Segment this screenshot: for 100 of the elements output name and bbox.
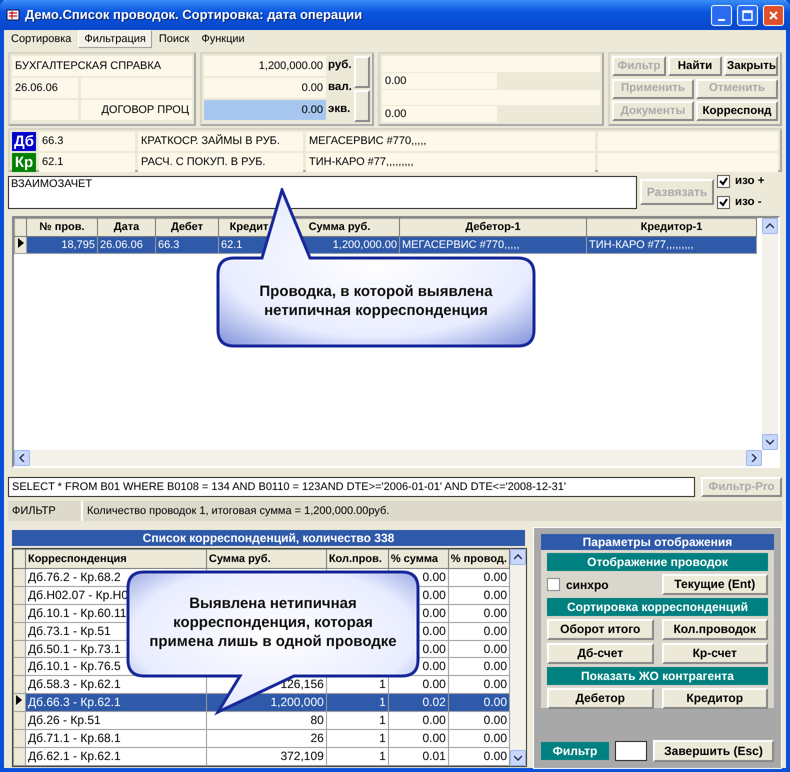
vertical-scrollbar[interactable] (762, 218, 778, 450)
menu-item[interactable]: Сортировка (6, 31, 76, 47)
table-cell: Дб.58.3 - Кр.62.1 (25, 676, 206, 694)
empty-field[interactable] (598, 153, 778, 172)
toolbar-button[interactable]: Найти (668, 56, 722, 76)
checkbox[interactable] (717, 196, 730, 209)
checkbox[interactable] (717, 175, 730, 188)
basis-field[interactable]: ДОГОВОР ПРОЦ (81, 100, 192, 120)
account-field[interactable]: 62.1 (39, 153, 135, 172)
table-cell: ТИН-КАРО #77,,,,,,,,, (586, 236, 756, 254)
panel-button[interactable]: Дб-счет (547, 643, 654, 664)
table-cell: 66.3 (156, 236, 218, 254)
close-button[interactable] (763, 4, 784, 26)
column-header[interactable]: Дебет (156, 218, 218, 236)
amount-field[interactable]: 0.00 (204, 78, 326, 98)
currency-label: вал. (327, 80, 352, 96)
filter-field[interactable] (615, 741, 647, 761)
scroll-up-icon (514, 554, 522, 560)
table-cell: 0.00 (448, 730, 510, 748)
panel-button[interactable]: Текущие (Ent) (662, 574, 768, 595)
vertical-scrollbar[interactable] (510, 549, 526, 766)
value-field[interactable]: 0.00 (382, 106, 497, 122)
counterparty-field[interactable]: ТИН-КАРО #77,,,,,,,,, (306, 153, 595, 172)
app-icon (6, 8, 20, 22)
minimize-icon (718, 18, 725, 20)
column-header[interactable]: Кредитор-1 (586, 218, 756, 236)
maximize-button[interactable] (737, 4, 758, 26)
table-cell: 1 (326, 712, 388, 730)
currency-label: руб. (327, 58, 352, 74)
table-cell: Дб.62.1 - Кр.62.1 (25, 748, 206, 766)
column-header[interactable]: № пров. (26, 218, 98, 236)
table-cell: Дб.71.1 - Кр.68.1 (25, 730, 206, 748)
table-cell: 26.06.06 (98, 236, 156, 254)
date-field[interactable]: 26.06.06 (12, 78, 78, 98)
close-icon (768, 10, 779, 20)
menu-item[interactable]: Фильтрация (78, 30, 152, 48)
counterparty-field[interactable]: МЕГАСЕРВИС #770,,,,, (306, 132, 595, 151)
checkbox[interactable] (547, 578, 560, 591)
amount-field[interactable]: 0.00 (204, 100, 326, 120)
panel-button[interactable]: Дебетор (547, 688, 654, 709)
spin-down-button[interactable] (354, 90, 370, 122)
table-cell: 0.00 (448, 622, 510, 640)
column-header[interactable]: Дата (98, 218, 156, 236)
column-header[interactable]: % провод. (448, 550, 510, 568)
status-summary: Количество проводок 1, итоговая сумма = 1,200,000.00руб. (81, 501, 782, 521)
status-mode: ФИЛЬТР (11, 504, 57, 519)
column-header[interactable]: Кол.пров. (326, 550, 388, 568)
spin-up-button[interactable] (354, 56, 370, 88)
sql-query-field[interactable]: SELECT * FROM B01 WHERE B0108 = 134 AND B0110 = 123AND DTE>='2006-01-01' AND DTE<='2008-12-31' (8, 477, 695, 497)
account-field[interactable]: 66.3 (39, 132, 135, 151)
currency-label: экв. (327, 102, 352, 118)
table-cell: 1 (326, 694, 388, 712)
panel-button[interactable]: Кр-счет (662, 643, 768, 664)
toolbar-button[interactable]: Корреспонд (696, 101, 778, 122)
list-title: Список корреспонденций, количество 338 (12, 530, 525, 546)
checkbox-label: синхро (566, 576, 609, 594)
table-cell: 0.02 (388, 694, 448, 712)
menu-item[interactable]: Функции (196, 31, 250, 47)
scroll-right-icon (751, 454, 757, 462)
panel-button[interactable]: Кол.проводок (662, 619, 768, 640)
table-cell: 0.00 (388, 730, 448, 748)
account-name-field[interactable]: РАСЧ. С ПОКУП. В РУБ. (138, 153, 303, 172)
section-title: Сортировка корреспонденций (547, 598, 768, 616)
account-name-field[interactable]: КРАТКОСР. ЗАЙМЫ В РУБ. (138, 132, 303, 151)
table-cell: 0.00 (448, 658, 510, 676)
account-badge: Дб (12, 132, 36, 151)
maximize-icon (742, 10, 753, 20)
column-header[interactable]: Сумма руб. (206, 550, 326, 568)
table-cell: 1 (326, 748, 388, 766)
table-cell: 1 (326, 730, 388, 748)
comment-field[interactable]: ВЗАИМОЗАЧЕТ (8, 176, 637, 208)
row-pointer-icon (16, 695, 22, 706)
panel-title: Параметры отображения (541, 534, 774, 550)
toolbar-button[interactable]: Закрыть (724, 56, 778, 76)
section-title: Показать ЖО контрагента (547, 667, 768, 685)
column-header[interactable]: % сумма (388, 550, 448, 568)
checkbox-label: изо - (735, 194, 762, 210)
table-cell: 372,109 (206, 748, 326, 766)
column-header[interactable]: Корреспонденция (25, 550, 206, 568)
row-pointer-icon (18, 238, 24, 248)
column-header[interactable]: Дебетор-1 (400, 218, 586, 236)
horizontal-scrollbar[interactable] (14, 450, 762, 466)
table-cell: 0.00 (448, 586, 510, 604)
table-cell: 0.00 (448, 748, 510, 766)
table-cell: 0.01 (388, 748, 448, 766)
scroll-up-icon (766, 223, 774, 229)
panel-button[interactable]: Кредитор (662, 688, 768, 709)
menu-item[interactable]: Поиск (154, 31, 194, 47)
minimize-button[interactable] (711, 4, 732, 26)
table-cell: 0.00 (448, 568, 510, 586)
amount-field[interactable]: 1,200,000.00 (204, 56, 326, 76)
finish-button[interactable]: Завершить (Esc) (653, 740, 774, 762)
window-title: Демо.Список проводок. Сортировка: дата операции (25, 6, 364, 24)
table-cell: 26 (206, 730, 326, 748)
filter-label: Фильтр (541, 742, 609, 760)
scroll-down-icon (514, 755, 522, 761)
panel-button[interactable]: Оборот итого (547, 619, 654, 640)
value-field[interactable]: 0.00 (382, 72, 497, 88)
document-type-field[interactable]: БУХГАЛТЕРСКАЯ СПРАВКА (12, 56, 192, 76)
table-cell: 0.00 (448, 676, 510, 694)
